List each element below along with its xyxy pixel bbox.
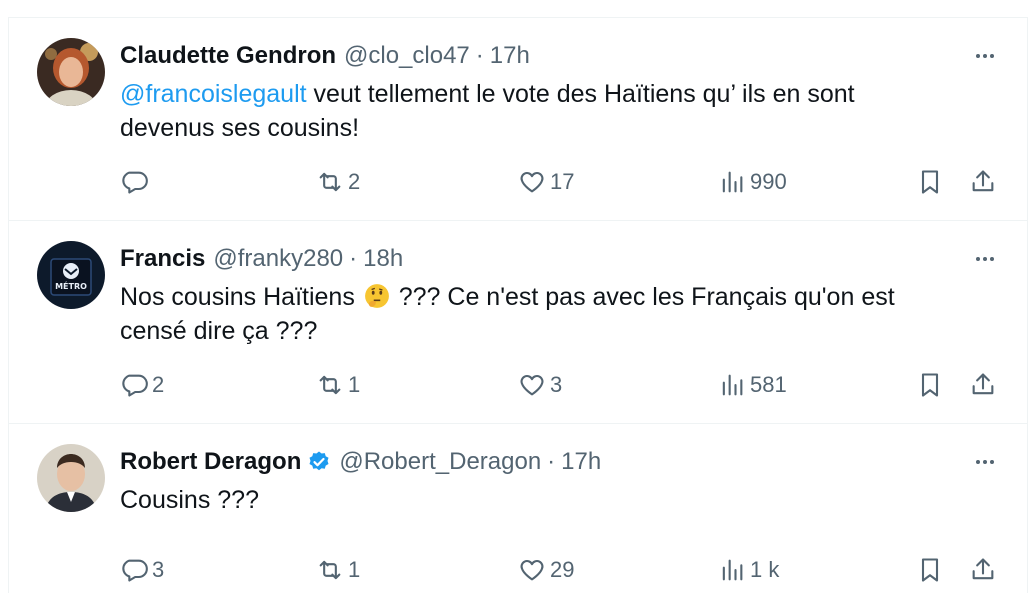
tweet-text-line: devenus ses cousins! <box>120 114 360 142</box>
author-handle[interactable]: @Robert_Deragon <box>339 448 541 476</box>
tweet-text: Nos cousins Haïtiens ??? Ce n'est pas av… <box>120 280 980 348</box>
more-dots-icon <box>976 54 994 58</box>
tweet-text: Cousins ??? <box>120 483 980 517</box>
like-count: 17 <box>550 169 575 194</box>
tweet-text-line: Nos cousins Haïtiens <box>120 283 362 311</box>
retweet-button[interactable]: 1 <box>316 554 360 586</box>
reply-button[interactable] <box>120 166 152 198</box>
timestamp[interactable]: 17h <box>490 42 530 70</box>
mention-link[interactable]: @francoislegault <box>120 80 307 108</box>
bookmark-button[interactable] <box>916 554 944 586</box>
avatar[interactable] <box>37 444 105 512</box>
share-button[interactable] <box>969 166 997 198</box>
like-button[interactable]: 17 <box>518 166 574 198</box>
more-dots-icon <box>976 257 994 261</box>
tweet-header: Robert Deragon @Robert_Deragon · 17h <box>120 446 601 478</box>
retweet-button[interactable]: 1 <box>316 369 360 401</box>
separator-dot: · <box>547 448 556 475</box>
share-button[interactable] <box>969 369 997 401</box>
tweet-text-line: censé dire ça ??? <box>120 317 318 345</box>
tweet-header: Francis @franky280 · 18h <box>120 243 403 275</box>
reply-count: 3 <box>152 557 165 582</box>
thinking-face-icon <box>364 284 389 308</box>
author-name[interactable]: Robert Deragon <box>120 448 301 476</box>
share-button[interactable] <box>969 554 997 586</box>
heart-icon <box>520 374 544 396</box>
avatar[interactable]: MÉTRO <box>37 241 105 309</box>
retweet-count: 1 <box>348 557 361 582</box>
verified-badge-icon[interactable] <box>307 450 331 474</box>
tweet-francis[interactable]: MÉTRO Francis @franky280 · 18h Nos cousi… <box>9 221 1027 424</box>
share-icon <box>972 170 994 192</box>
tweet-robert[interactable]: Robert Deragon @Robert_Deragon · 17h Cou… <box>9 424 1027 593</box>
reply-icon <box>122 559 148 582</box>
retweet-count: 2 <box>348 169 361 194</box>
bookmark-icon <box>921 558 939 582</box>
author-handle[interactable]: @clo_clo47 <box>344 42 470 70</box>
author-name[interactable]: Francis <box>120 245 205 273</box>
timestamp[interactable]: 18h <box>363 245 403 273</box>
reply-count: 2 <box>152 372 165 397</box>
bookmark-button[interactable] <box>916 369 944 401</box>
like-button[interactable]: 29 <box>518 554 574 586</box>
view-count: 1 k <box>750 557 780 582</box>
share-icon <box>972 558 994 580</box>
tweet-text: @francoislegault veut tellement le vote … <box>120 77 980 145</box>
tweet-header: Claudette Gendron @clo_clo47 · 17h <box>120 40 530 72</box>
timeline: Claudette Gendron @clo_clo47 · 17h @fran… <box>8 17 1028 593</box>
bar-chart-icon <box>722 171 743 193</box>
retweet-icon <box>319 375 341 395</box>
avatar-metro-sign-icon: MÉTRO <box>37 241 105 309</box>
more-options-button[interactable] <box>971 42 999 70</box>
separator-dot: · <box>475 42 484 69</box>
retweet-icon <box>319 172 341 192</box>
bar-chart-icon <box>722 559 743 581</box>
separator-dot: · <box>349 245 358 272</box>
bookmark-icon <box>921 373 939 397</box>
bar-chart-icon <box>722 374 743 396</box>
avatar[interactable] <box>37 38 105 106</box>
retweet-button[interactable]: 2 <box>316 166 360 198</box>
like-count: 3 <box>550 372 563 397</box>
more-dots-icon <box>976 460 994 464</box>
heart-icon <box>520 559 544 581</box>
more-options-button[interactable] <box>971 245 999 273</box>
tweet-text-line: Cousins ??? <box>120 486 259 514</box>
bookmark-button[interactable] <box>916 166 944 198</box>
avatar-man-photo-icon <box>37 444 105 512</box>
share-icon <box>972 373 994 395</box>
views-button[interactable]: 581 <box>718 369 787 401</box>
retweet-count: 1 <box>348 372 361 397</box>
views-button[interactable]: 1 k <box>718 554 779 586</box>
timestamp[interactable]: 17h <box>561 448 601 476</box>
views-button[interactable]: 990 <box>718 166 787 198</box>
tweet-claudette[interactable]: Claudette Gendron @clo_clo47 · 17h @fran… <box>9 18 1027 221</box>
like-button[interactable]: 3 <box>518 369 562 401</box>
heart-icon <box>520 171 544 193</box>
tweet-text-line: veut tellement le vote des Haïtiens qu’ … <box>306 80 855 108</box>
author-handle[interactable]: @franky280 <box>213 245 343 273</box>
reply-button[interactable]: 3 <box>120 554 164 586</box>
view-count: 990 <box>750 169 787 194</box>
tweet-text-line: ??? Ce n'est pas avec les Français qu'on… <box>391 283 895 311</box>
author-name[interactable]: Claudette Gendron <box>120 42 336 70</box>
reply-icon <box>122 171 148 194</box>
view-count: 581 <box>750 372 787 397</box>
reply-icon <box>122 374 148 397</box>
retweet-icon <box>319 560 341 580</box>
more-options-button[interactable] <box>971 448 999 476</box>
like-count: 29 <box>550 557 575 582</box>
avatar-woman-photo-icon <box>37 38 105 106</box>
svg-text:MÉTRO: MÉTRO <box>55 280 87 291</box>
bookmark-icon <box>921 170 939 194</box>
reply-button[interactable]: 2 <box>120 369 164 401</box>
